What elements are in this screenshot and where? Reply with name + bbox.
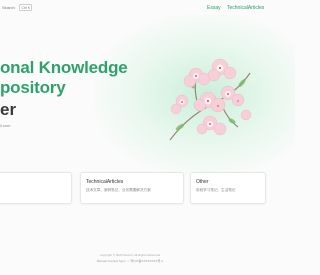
category-card-technical-articles[interactable]: TechnicalArticles 技术文章、案例笔记、业务需要解决方案 [80,172,184,204]
hero-title-line-2: pository [0,78,66,97]
hero-title: onal Knowledge pository [0,58,128,98]
card-description: 技术文章、案例笔记、业务需要解决方案 [86,188,151,192]
separator-dot-icon: ● [127,259,129,263]
category-card-other[interactable]: Other 前段学习笔记、生活笔记 [190,172,266,204]
hero-subtitle: er [0,100,17,119]
card-title: TechnicalArticles [86,179,124,185]
cherry-blossom-image [169,58,252,141]
footer-link-sync[interactable]: Manual Content Sync [97,259,126,263]
nav-link-technical-articles[interactable]: TechnicalArticles [227,5,264,11]
search-shortcut-badge: Ctrl K [19,4,33,11]
footer-copyright: copyright © 2023 Sociol | All Rights Res… [99,253,161,257]
hero-email[interactable]: il.com [0,123,10,128]
search-button[interactable]: Search [2,5,15,10]
card-description: 前段学习笔记、生活笔记 [196,188,236,192]
hero-title-line-1: onal Knowledge [0,58,128,77]
nav-link-essay[interactable]: Essay [207,5,221,11]
footer-link-icp[interactable]: 粤ICP备XXXXXXXX号-1 [130,259,163,263]
category-card-essay[interactable] [0,172,72,204]
top-bar: Search Ctrl K Essay TechnicalArticles [0,0,264,18]
card-title: Other [196,179,209,185]
footer-links: Manual Content Sync ● 粤ICP备XXXXXXXX号-1 [0,259,260,263]
